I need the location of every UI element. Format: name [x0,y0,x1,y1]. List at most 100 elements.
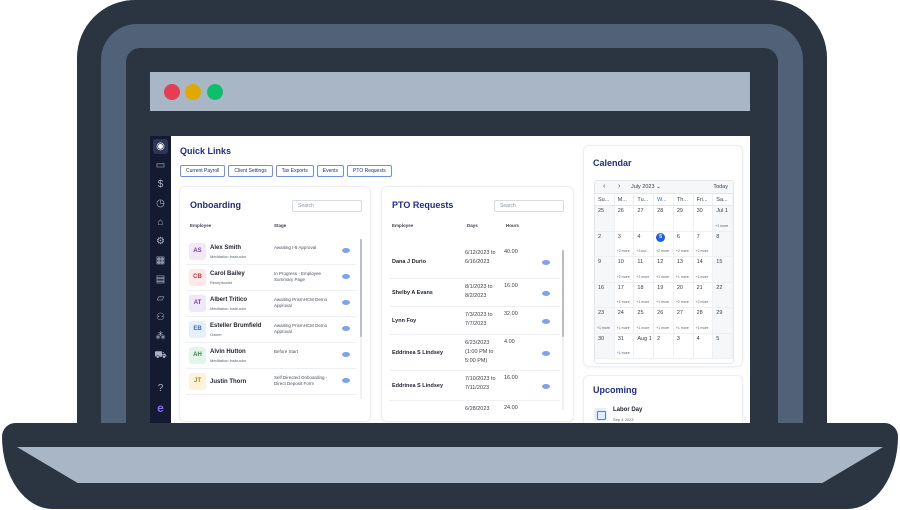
calendar-day[interactable]: 3 +2 more [614,231,635,257]
calendar-day[interactable]: 2 [654,333,674,359]
clock-icon[interactable]: ◷ [153,196,168,211]
calendar-day[interactable]: 30 [595,333,615,359]
employee-name[interactable]: Alvin Hutton [210,349,246,355]
more-events-link[interactable]: +1 more [597,326,610,330]
more-events-link[interactable]: +2 more [696,249,709,253]
pto-scrollbar-thumb[interactable] [562,250,564,337]
onboarding-row[interactable]: AT Albert Tritico Meditation Instructor Awa… [186,291,356,317]
calendar-day[interactable]: 23 +1 more [595,308,615,334]
calendar-day[interactable]: 8 [713,231,733,257]
more-events-link[interactable]: +1 more [696,326,709,330]
calendar-day[interactable]: 11 +2 more [634,257,655,283]
quick-link-client-settings[interactable]: Client Settings [228,165,273,177]
calendar-day[interactable]: 28 +1 more [693,308,714,334]
next-month-icon[interactable]: › [618,183,620,190]
more-events-link[interactable]: +1 more [676,326,689,330]
calendar-day[interactable]: 25 +1 more [634,308,655,334]
view-eye-icon[interactable] [342,248,350,253]
calendar-day[interactable]: 3 [673,333,694,359]
calendar-day[interactable]: 18 +1 more [634,282,655,308]
more-events-link[interactable]: +1 more [636,326,649,330]
calendar-day[interactable]: 20 +2 more [673,282,694,308]
calendar-day[interactable]: 5 +2 more [654,231,674,257]
folder-icon[interactable]: ▱ [153,291,168,306]
help-icon[interactable]: ? [153,381,168,396]
calendar-day[interactable]: 2 [595,231,615,257]
view-eye-icon[interactable] [342,378,350,383]
upcoming-event-name[interactable]: Labor Day [613,407,642,413]
pto-row[interactable]: Eddrinea S Lindsey 7/10/2023 to 7/11/2023… [390,371,560,401]
quick-link-events[interactable]: Events [316,165,345,177]
dollar-icon[interactable]: $ [153,177,168,192]
more-events-link[interactable]: +1 more [656,326,669,330]
view-eye-icon[interactable] [342,352,350,357]
window-close-button[interactable] [164,84,180,100]
more-events-link[interactable]: +3 mo... [636,249,649,253]
settings-icon[interactable]: ⚙ [153,234,168,249]
more-events-link[interactable]: +2 more [656,249,669,253]
more-events-link[interactable]: +2 more [617,275,630,279]
calendar-day[interactable]: 13 +1 more [673,257,694,283]
calendar-day[interactable]: 6 +2 more [673,231,694,257]
pto-row[interactable]: 6/28/2023 24.00 [390,401,560,421]
calendar-day[interactable]: 5 [713,333,733,359]
pto-row[interactable]: Dana J Durio 6/12/2023 to 6/16/2023 40.00 [390,245,560,279]
calendar-day[interactable]: 25 [595,206,615,232]
network-icon[interactable]: ⁂ [153,329,168,344]
calendar-day[interactable]: 15 [713,257,733,283]
more-events-link[interactable]: +1 more [715,224,728,228]
pto-search-input[interactable]: Search [494,200,564,212]
more-events-link[interactable]: +2 more [636,275,649,279]
more-events-link[interactable]: +1 more [617,326,630,330]
calendar-day[interactable]: 7 +2 more [693,231,714,257]
more-events-link[interactable]: +1 more [696,275,709,279]
quick-link-pto-requests[interactable]: PTO Requests [347,165,392,177]
more-events-link[interactable]: +1 more [656,275,669,279]
calendar-day[interactable]: 4 [693,333,714,359]
quick-link-tax-exports[interactable]: Tax Exports [275,165,314,177]
onboarding-scrollbar-thumb[interactable] [360,239,362,337]
more-events-link[interactable]: +1 more [656,300,669,304]
more-events-link[interactable]: +2 more [676,249,689,253]
calendar-day[interactable]: 26 +1 more [654,308,674,334]
view-eye-icon[interactable] [542,384,550,389]
more-events-link[interactable]: +1 more [617,351,630,355]
calendar-day[interactable]: 30 [693,206,714,232]
calendar-day[interactable]: 21 +2 more [693,282,714,308]
more-events-link[interactable]: +1 more [636,300,649,304]
month-selector[interactable]: July 2023 ⌄ [631,184,661,190]
calendar-day[interactable]: 16 [595,282,615,308]
more-events-link[interactable]: +2 more [617,249,630,253]
onboarding-row[interactable]: CB Carol Bailey Receptionist In Progress - … [186,265,356,291]
today-button[interactable]: Today [713,184,728,190]
previous-month-icon[interactable]: ‹ [603,183,605,190]
calendar-day[interactable]: 29 [673,206,694,232]
view-eye-icon[interactable] [542,351,550,356]
calendar-day[interactable]: 9 [595,257,615,283]
onboarding-row[interactable]: AH Alvin Hutton Meditation Instructor Befor… [186,343,356,369]
view-eye-icon[interactable] [342,274,350,279]
view-eye-icon[interactable] [542,319,550,324]
window-minimize-button[interactable] [185,84,201,100]
id-card-icon[interactable]: ▤ [153,272,168,287]
more-events-link[interactable]: +1 more [676,275,689,279]
calendar-day[interactable]: 31 +1 more [614,333,635,359]
onboarding-row[interactable]: EB Esteller Brumfield Owner Awaiting PrismH… [186,317,356,343]
onboarding-row[interactable]: JT Justin Thorn Self Directed Onboarding -… [186,369,356,395]
quick-link-current-payroll[interactable]: Current Payroll [180,165,226,177]
calendar-day[interactable]: 24 +1 more [614,308,635,334]
view-eye-icon[interactable] [342,300,350,305]
pto-row[interactable]: Lynn Foy 7/3/2023 to 7/7/2023 32.00 [390,307,560,335]
calendar-icon[interactable]: ▦ [153,253,168,268]
dashboard-icon[interactable]: ◉ [153,139,168,154]
calendar-day[interactable]: 28 [654,206,674,232]
truck-icon[interactable]: ⛟ [153,348,168,363]
onboarding-row[interactable]: AS Alex Smith Meditation Instructor Awaitin… [186,239,356,265]
calendar-day[interactable]: 17 +1 more [614,282,635,308]
employee-name[interactable]: Albert Tritico [210,297,247,303]
calendar-day[interactable]: 14 +1 more [693,257,714,283]
calendar-day[interactable]: 10 +2 more [614,257,635,283]
onboarding-search-input[interactable]: Search [292,200,362,212]
calendar-day[interactable]: Jul 1 +1 more [713,206,733,232]
calendar-day[interactable]: Aug 1 [634,333,655,359]
